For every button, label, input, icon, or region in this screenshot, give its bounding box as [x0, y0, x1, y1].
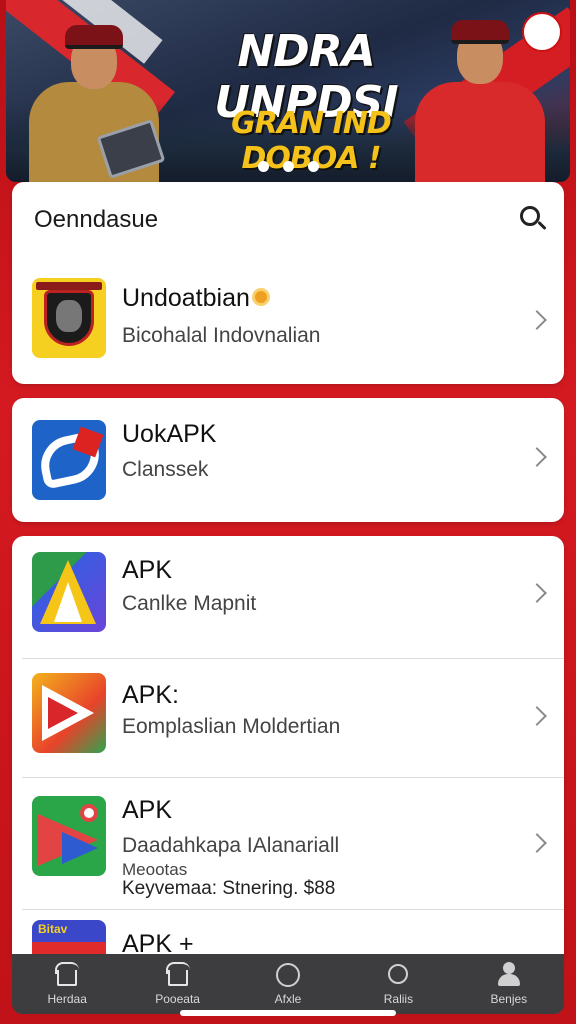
nav-item-profile[interactable]: Benjes	[454, 954, 564, 1014]
verified-badge-icon	[251, 288, 270, 307]
app-list-card: APK Canlke Mapnit APK: Eomplaslian Molde…	[12, 536, 564, 966]
nav-label: Benjes	[490, 992, 528, 1006]
home-icon	[54, 962, 80, 988]
uok-logo-icon	[32, 420, 106, 500]
app-subtitle: Bicohalal Indovnalian	[122, 324, 321, 347]
nav-label: Herdaa	[47, 992, 87, 1006]
nav-label: Afxle	[274, 992, 302, 1006]
carousel-dot[interactable]	[257, 161, 269, 172]
app-meta: Meootas	[122, 860, 188, 879]
nav-item-store[interactable]: Pooeata	[122, 954, 232, 1014]
chevron-right-icon[interactable]	[527, 310, 547, 330]
app-list-item[interactable]: APK: Eomplaslian Moldertian	[12, 659, 564, 777]
badge-shield-icon	[32, 278, 106, 358]
chevron-right-icon[interactable]	[527, 447, 547, 467]
app-meta: Keyvemaa: Stnering. $88	[122, 878, 336, 899]
apk-map-logo-icon	[32, 796, 106, 876]
icon-text: Bitav	[38, 922, 68, 936]
bottom-navigation: Herdaa Pooeata Afxle Raliis Benjes	[12, 954, 564, 1014]
app-title-text: Undoatbian	[122, 284, 250, 312]
store-icon	[165, 962, 191, 988]
nav-item-favorites[interactable]: Raliis	[343, 954, 453, 1014]
heart-icon	[385, 962, 411, 988]
home-indicator[interactable]	[180, 1010, 396, 1016]
nav-label: Pooeata	[155, 992, 200, 1006]
nav-item-home[interactable]: Herdaa	[12, 954, 122, 1014]
nav-label: Raliis	[383, 992, 414, 1006]
chevron-right-icon[interactable]	[527, 706, 547, 726]
app-title: APK:	[122, 681, 179, 709]
carousel-dot[interactable]	[282, 161, 294, 172]
app-subtitle: Canlke Mapnit	[122, 592, 257, 615]
search-input[interactable]: Oenndasue	[34, 206, 158, 234]
carousel-indicator[interactable]	[6, 161, 570, 172]
apk-play-logo-icon	[32, 673, 106, 753]
chevron-right-icon[interactable]	[527, 583, 547, 603]
nav-item-apps[interactable]: Afxle	[233, 954, 343, 1014]
chevron-right-icon[interactable]	[527, 833, 547, 853]
person-cap	[65, 25, 123, 49]
promo-banner[interactable]: NDRA UNPDSI GRAN IND DOBOA !	[6, 0, 570, 182]
app-title: APK	[122, 796, 173, 824]
app-subtitle: Clanssek	[122, 458, 209, 481]
app-card[interactable]: UokAPK Clanssek	[12, 398, 564, 522]
app-title: UokAPK	[122, 420, 217, 448]
apk-a-logo-icon	[32, 552, 106, 632]
search-bar[interactable]: Oenndasue	[12, 182, 564, 258]
app-subtitle: Eomplaslian Moldertian	[122, 715, 341, 738]
banner-person-left	[24, 17, 166, 182]
app-title: APK	[122, 556, 173, 584]
emblem-icon	[522, 12, 562, 52]
search-card: Oenndasue Undoatbian Bicohalal Indovnali…	[12, 182, 564, 384]
app-list-item[interactable]: Undoatbian Bicohalal Indovnalian	[12, 258, 564, 384]
app-list-item[interactable]: APK Daadahkapa IAlanariall Meootas Keyve…	[12, 778, 564, 908]
search-icon[interactable]	[518, 204, 548, 234]
carousel-dot[interactable]	[307, 161, 319, 172]
profile-icon	[496, 962, 522, 988]
app-screen: NDRA UNPDSI GRAN IND DOBOA ! Oenndasue U…	[0, 0, 576, 1024]
app-list-item[interactable]: APK Canlke Mapnit	[12, 536, 564, 658]
app-subtitle: Daadahkapa IAlanariall	[122, 834, 340, 857]
app-title: Undoatbian	[122, 284, 270, 313]
app-list-item[interactable]: UokAPK Clanssek	[12, 398, 564, 522]
smile-icon	[275, 962, 301, 988]
